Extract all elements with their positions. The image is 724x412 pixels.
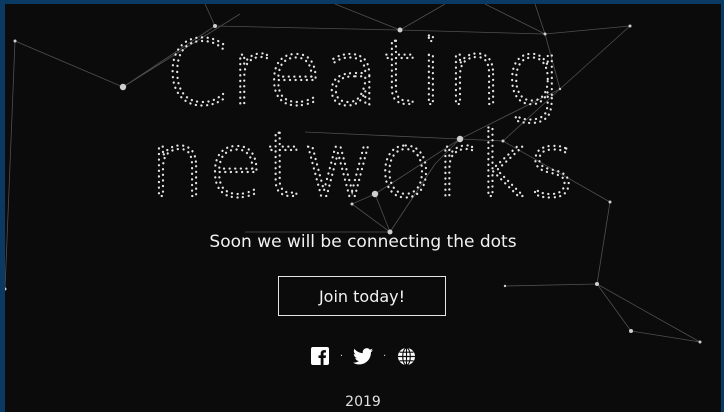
social-links: · · [5, 346, 721, 366]
page-canvas: Creating networks Soon we will be connec… [5, 4, 721, 412]
hero-subtitle: Soon we will be connecting the dots [209, 232, 517, 252]
social-separator: · [339, 350, 343, 362]
facebook-icon[interactable] [310, 346, 330, 366]
hero-title: Creating networks [148, 20, 577, 214]
globe-icon[interactable] [396, 346, 416, 366]
hero-title-line2: networks [149, 113, 577, 214]
twitter-icon[interactable] [353, 346, 373, 366]
footer-year: 2019 [345, 394, 381, 410]
join-today-button[interactable]: Join today! [278, 276, 446, 316]
hero-title-line1: Creating [165, 21, 561, 126]
social-separator: · [383, 350, 387, 362]
